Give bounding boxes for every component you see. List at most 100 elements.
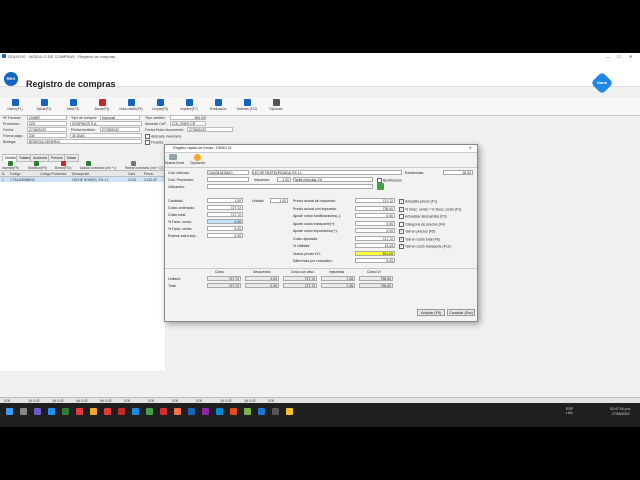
cost-field[interactable]: 727.72 xyxy=(207,212,243,217)
edit-icon[interactable] xyxy=(377,183,384,190)
dialog-close-button[interactable]: ✕ xyxy=(469,146,472,150)
gear-icon[interactable] xyxy=(194,154,201,161)
aplicado-checkbox[interactable] xyxy=(145,134,150,139)
taskbar-app-icon[interactable] xyxy=(132,408,139,415)
price-field[interactable]: 0.00 xyxy=(355,220,395,226)
option-item[interactable]: ✓ Actualiza precio (F1) xyxy=(399,199,437,204)
toolbar-button[interactable]: Imprimir(F7) xyxy=(176,99,202,111)
grid-header[interactable]: Descripción xyxy=(72,172,89,176)
toolbar-button[interactable]: Limpiar(F6) xyxy=(147,99,173,111)
bodega-field[interactable]: BODEGA GENERAL xyxy=(27,139,142,144)
factura-field[interactable]: 104587 xyxy=(27,115,67,120)
close-button[interactable]: ✕ xyxy=(629,54,632,59)
option-checkbox[interactable]: ✓ xyxy=(399,236,404,242)
taskbar-app-icon[interactable] xyxy=(244,408,251,415)
price-field[interactable]: 727.72 xyxy=(355,235,395,241)
taskbar-app-icon[interactable] xyxy=(118,408,125,415)
option-item[interactable]: ✓ Tab en costo total (F6) xyxy=(399,236,440,242)
cancel-button[interactable]: Cancelar (Esc) xyxy=(447,309,475,316)
grid-header[interactable]: Código xyxy=(10,172,20,176)
taskbar-app-icon[interactable] xyxy=(90,408,97,415)
proveedor-code-field[interactable]: 025 xyxy=(27,121,67,126)
language-indicator[interactable]: ESP LAA xyxy=(566,407,573,415)
toolbar-button[interactable]: Abrir(F3) xyxy=(60,99,86,111)
cost-field[interactable]: 0.00 xyxy=(207,233,243,238)
minimize-button[interactable]: — xyxy=(606,54,610,59)
fecha-field[interactable]: 27/05/2022 xyxy=(27,127,67,132)
taskbar-app-icon[interactable] xyxy=(160,408,167,415)
toolbar-button[interactable]: Borrar(F4) xyxy=(89,99,115,111)
cost-field[interactable]: 1.00 xyxy=(207,198,243,203)
taskbar-app-icon[interactable] xyxy=(76,408,83,415)
finaliza-checkbox[interactable] xyxy=(145,140,150,145)
accept-button[interactable]: Aceptar (F8) xyxy=(417,309,445,316)
cod-articulo-label: Cód. Artículo: xyxy=(168,171,190,175)
option-checkbox[interactable] xyxy=(399,214,404,219)
fecha-label: Fecha: xyxy=(3,128,14,132)
new-line-icon[interactable] xyxy=(169,154,177,160)
cod-articulo-field[interactable]: 7441081815610 xyxy=(207,170,249,175)
taskbar-app-icon[interactable] xyxy=(202,408,209,415)
option-checkbox[interactable]: ✓ xyxy=(399,244,404,249)
ubicacion-field[interactable] xyxy=(207,184,373,189)
option-checkbox[interactable]: ✓ xyxy=(399,229,404,234)
clock-time[interactable]: 02:47:16 p.m. xyxy=(610,407,631,411)
taskbar-app-icon[interactable] xyxy=(216,408,223,415)
cost-field[interactable]: 727.72 xyxy=(207,205,243,210)
cost-field[interactable]: 0.00 xyxy=(207,219,243,224)
price-field[interactable]: 0.00 xyxy=(355,213,395,218)
option-item[interactable]: Actualizar descuentos (F3) xyxy=(399,214,447,219)
taskbar-app-icon[interactable] xyxy=(286,408,293,415)
taskbar-app-icon[interactable] xyxy=(48,408,55,415)
moneda-select[interactable]: COL ONES CR xyxy=(170,121,206,126)
taskbar-app-icon[interactable] xyxy=(272,408,279,415)
taskbar-app-icon[interactable] xyxy=(34,408,41,415)
toolbar-button[interactable]: Nuevo(F1) xyxy=(2,99,28,111)
forma-pago-code-field[interactable]: 030 xyxy=(27,133,67,138)
toolbar-button[interactable]: Finalización xyxy=(205,99,231,111)
price-field[interactable]: 0.00 xyxy=(355,258,395,263)
option-item[interactable]: ✓ Tab en precios (F5) xyxy=(399,229,435,234)
tab-4[interactable]: Notas xyxy=(64,154,80,162)
option-checkbox[interactable]: ✓ xyxy=(399,199,404,204)
taskbar-app-icon[interactable] xyxy=(188,408,195,415)
summary-value: 727.72 xyxy=(207,283,241,288)
taskbar-app-icon[interactable] xyxy=(20,408,27,415)
toolbar-button[interactable]: Nota crédito(F5) xyxy=(118,99,144,111)
fecha-doc-field[interactable]: 27/05/2022 xyxy=(187,127,233,132)
tab-options[interactable]: Opciones xyxy=(190,161,205,165)
option-item[interactable]: Categoría de precios (F4) xyxy=(399,221,445,227)
summary-value: 0.00 xyxy=(245,276,279,281)
taskbar-app-icon[interactable] xyxy=(146,408,153,415)
option-checkbox[interactable]: ✓ xyxy=(399,206,404,212)
tipo-field[interactable]: Nacional xyxy=(100,115,140,120)
toolbar-button[interactable]: Salvar(F2) xyxy=(31,99,57,111)
taskbar-app-icon[interactable] xyxy=(230,408,237,415)
grid-header[interactable]: Código Proveedor xyxy=(40,172,67,176)
price-field[interactable]: 13.43 xyxy=(355,243,395,248)
toolbar-button[interactable]: Ordenes (F10) xyxy=(234,99,260,111)
cod-proveedor-field[interactable] xyxy=(207,177,249,182)
price-field[interactable]: 831.65 xyxy=(355,250,395,256)
option-item[interactable]: ✓% Desc. venta = % Desc. costo (F2) xyxy=(399,206,461,212)
grid-header[interactable]: Precio xyxy=(144,172,153,176)
tipo-cambio-field[interactable]: 560.00 xyxy=(170,115,206,120)
grid-header[interactable]: N. xyxy=(2,172,5,176)
maximize-button[interactable]: ☐ xyxy=(617,54,621,59)
cost-field[interactable]: 0.00 xyxy=(207,226,243,231)
taskbar-app-icon[interactable] xyxy=(258,408,265,415)
taskbar-app-icon[interactable] xyxy=(104,408,111,415)
tab-new-line[interactable]: Nueva línea xyxy=(165,161,184,165)
taskbar-app-icon[interactable] xyxy=(62,408,69,415)
toolbar-button[interactable]: Opciones xyxy=(263,99,289,111)
price-field[interactable]: 0.00 xyxy=(355,228,395,233)
tab-2[interactable]: Auditoría xyxy=(30,154,51,162)
start-icon[interactable] xyxy=(6,408,13,415)
grid-header[interactable]: Cant. xyxy=(128,172,136,176)
option-checkbox[interactable] xyxy=(399,221,404,227)
table-row[interactable]: 1 7.744108455610 LECHE HOMOG. 2% 1 L 10.00 2… xyxy=(0,177,165,182)
fecha-recibido-field[interactable]: 27/05/2022 xyxy=(100,127,140,132)
option-item[interactable]: ✓ Tab en costo transporte (F12) xyxy=(399,244,451,249)
taskbar-app-icon[interactable] xyxy=(174,408,181,415)
clock-date[interactable]: 27/05/2022 xyxy=(612,412,630,416)
